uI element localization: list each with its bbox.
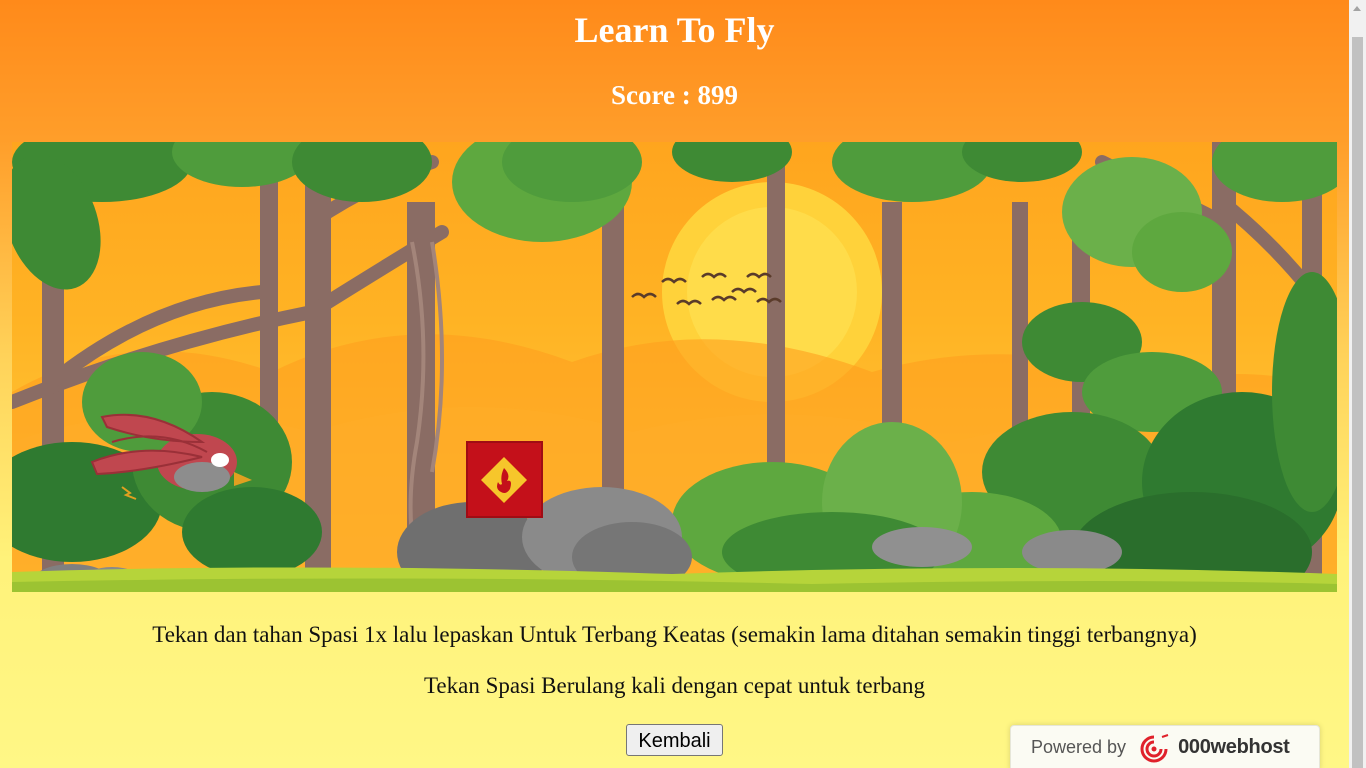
instruction-hold-space: Tekan dan tahan Spasi 1x lalu lepaskan U…	[152, 622, 1197, 647]
game-title: Learn To Fly	[574, 10, 775, 50]
back-button[interactable]: Kembali	[626, 724, 723, 756]
instruction-tap-space: Tekan Spasi Berulang kali dengan cepat u…	[423, 673, 926, 698]
scrollbar-thumb[interactable]	[1352, 37, 1363, 768]
powered-by-badge[interactable]: Powered by 000webhost	[1010, 725, 1320, 768]
page: Learn To Fly Score : 899 Tekan dan tahan…	[0, 0, 1349, 768]
fire-block-obstacle	[466, 441, 543, 518]
powered-by-label: Powered by	[1031, 737, 1127, 757]
webhost-logo-icon	[1140, 733, 1169, 762]
game-canvas[interactable]	[12, 142, 1337, 592]
vertical-scrollbar[interactable]	[1349, 0, 1366, 768]
score-label: Score :	[611, 80, 691, 110]
score-display: Score : 899	[0, 78, 1349, 112]
jungle-background	[12, 142, 1337, 592]
brand-name: 000webhost	[1178, 736, 1290, 758]
score-value: 899	[697, 80, 738, 110]
scroll-up-arrow-icon[interactable]	[1353, 6, 1361, 11]
